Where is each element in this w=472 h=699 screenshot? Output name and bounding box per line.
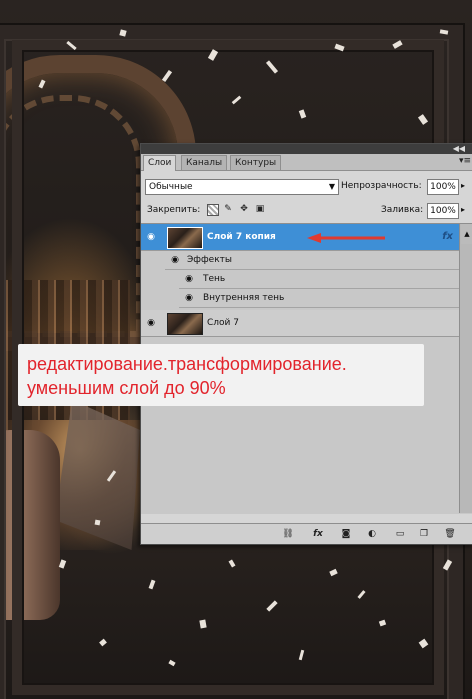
eye-icon[interactable]: ◉ [145, 318, 157, 328]
lock-image-pixels-icon[interactable]: ✎ [223, 204, 233, 214]
fx-badge[interactable]: fx [442, 224, 453, 250]
panel-bottom-toolbar: ⛓ fx ◙ ◐ ▭ ❐ 🗑 [141, 523, 472, 544]
opacity-slider-icon[interactable]: ▸ [461, 179, 465, 193]
layers-scrollbar[interactable]: ▲ [459, 224, 472, 513]
effect-label: Внутренняя тень [203, 293, 285, 303]
fill-slider-icon[interactable]: ▸ [461, 203, 465, 217]
tab-channels[interactable]: Каналы [181, 155, 228, 170]
layer-thumbnail [167, 313, 203, 335]
fill-label: Заливка: [381, 205, 424, 215]
link-layers-icon[interactable]: ⛓ [281, 527, 295, 541]
add-mask-icon[interactable]: ◙ [339, 527, 353, 541]
panel-tabbar: Слои Каналы Контуры ▾≡ [141, 154, 472, 171]
add-layer-style-icon[interactable]: fx [311, 527, 325, 541]
opacity-field[interactable]: 100% [427, 179, 459, 195]
effect-row-inner-shadow[interactable]: ◉ Внутренняя тень [179, 289, 459, 308]
eye-icon[interactable]: ◉ [169, 255, 181, 265]
scroll-up-icon[interactable]: ▲ [461, 224, 472, 244]
layer-thumbnail [167, 227, 203, 249]
effects-label: Эффекты [187, 255, 232, 265]
lock-label: Закрепить: [147, 205, 201, 215]
new-group-icon[interactable]: ▭ [393, 527, 407, 541]
layer-name: Слой 7 [207, 318, 239, 328]
blend-mode-select[interactable]: Обычные ▼ [145, 179, 339, 195]
layer-row-sloi-7[interactable]: ◉ Слой 7 [141, 310, 459, 337]
glass-shard [94, 519, 101, 526]
panel-menu-icon[interactable]: ▾≡ [459, 156, 471, 166]
chevron-down-icon: ▼ [328, 182, 335, 191]
adjustment-layer-icon[interactable]: ◐ [365, 527, 379, 541]
annotation-line-1: редактирование.трансформирование. [27, 354, 347, 374]
panel-titlebar[interactable]: ◀◀ [141, 144, 472, 154]
layer-row-sloi-7-kopiya[interactable]: ◉ Слой 7 копия fx [141, 224, 459, 251]
annotation-line-2: уменьшим слой до 90% [27, 378, 226, 398]
fill-field[interactable]: 100% [427, 203, 459, 219]
lock-position-icon[interactable]: ✥ [239, 204, 249, 214]
layer-name: Слой 7 копия [207, 232, 276, 242]
eye-icon[interactable]: ◉ [183, 274, 195, 284]
eye-icon[interactable]: ◉ [183, 293, 195, 303]
lock-all-icon[interactable]: ▣ [255, 204, 265, 214]
collapse-icon[interactable]: ◀◀ [453, 144, 465, 154]
blend-mode-value: Обычные [149, 182, 193, 192]
effect-row-shadow[interactable]: ◉ Тень [179, 270, 459, 289]
blend-row: Обычные ▼ Непрозрачность: 100% ▸ [141, 177, 472, 197]
delete-layer-icon[interactable]: 🗑 [443, 527, 457, 541]
effects-row[interactable]: ◉ Эффекты [165, 251, 459, 270]
lock-transparent-pixels-icon[interactable] [207, 204, 219, 216]
lock-row: Закрепить: ✎ ✥ ▣ Заливка: 100% ▸ [141, 201, 472, 221]
tab-paths[interactable]: Контуры [230, 155, 282, 170]
red-arrow-icon [307, 233, 385, 243]
annotation-note: редактирование.трансформирование. уменьш… [18, 344, 424, 406]
opacity-label: Непрозрачность: [341, 181, 422, 191]
effect-label: Тень [203, 274, 226, 284]
new-layer-icon[interactable]: ❐ [417, 527, 431, 541]
tab-layers[interactable]: Слои [143, 155, 177, 171]
eye-icon[interactable]: ◉ [145, 232, 157, 242]
glass-shard [199, 619, 207, 629]
